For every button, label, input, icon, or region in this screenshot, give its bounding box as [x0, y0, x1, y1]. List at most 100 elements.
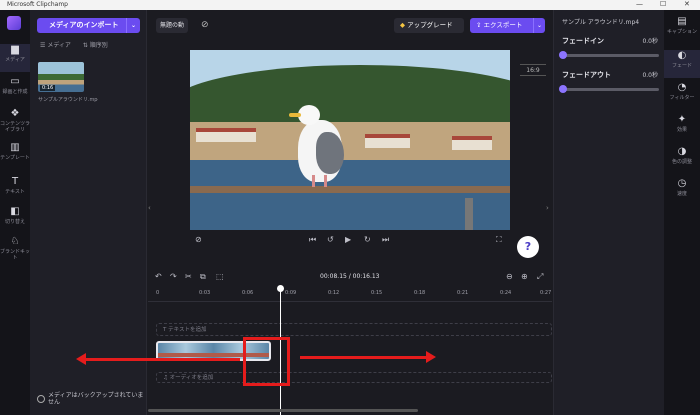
play-icon[interactable]: ▶ [345, 235, 351, 244]
rail-item-effects[interactable]: ✦ 効果 [664, 114, 700, 142]
red-arrow-left [76, 353, 240, 365]
seagull-head [298, 105, 320, 125]
ruler-tick: 0:24 [500, 290, 512, 296]
right-tool-rail: ▤ キャプション ◐ フェード ◔ フィルター ✦ 効果 ◑ 色の調整 ◷ 速度 [664, 10, 700, 415]
sort-label[interactable]: 順序別 [90, 42, 108, 49]
media-thumbnail[interactable]: 0:16 [38, 62, 84, 92]
ruler-tick: 0:06 [242, 290, 254, 296]
seagull-leg [312, 175, 315, 187]
fade-out-slider[interactable] [559, 85, 659, 93]
rail-item-color[interactable]: ◑ 色の調整 [664, 146, 700, 174]
rail-label: フィルター [669, 95, 695, 101]
rail-item-record[interactable]: ▭ 録画と作成 [0, 76, 30, 104]
zoom-out-icon[interactable]: ⊖ [506, 272, 513, 281]
ruler-tick: 0:09 [285, 290, 297, 296]
properties-panel: サンプル アラウンドリ.mp4 フェードイン 0.0秒 フェードアウト 0.0秒 [553, 10, 664, 415]
timecode: 00:08.15 / 00:16.13 [320, 273, 380, 280]
clip-filename: サンプル アラウンドリ.mp4 [562, 19, 640, 26]
undo-icon[interactable]: ↶ [155, 272, 162, 281]
forward-icon[interactable]: ↻ [364, 235, 371, 244]
backup-status[interactable]: メディアはバックアップされていません [37, 392, 147, 406]
ruler-tick: 0:12 [328, 290, 340, 296]
clipchamp-logo [7, 16, 21, 30]
filter-label[interactable]: メディア [47, 42, 71, 49]
chevron-down-icon[interactable]: ⌄ [126, 18, 140, 33]
project-name[interactable]: 無題の動 [156, 18, 189, 33]
upgrade-button[interactable]: ◆ アップグレード [394, 18, 464, 33]
rail-label: 切り替え [4, 219, 25, 225]
zoom-in-icon[interactable]: ⊕ [521, 272, 528, 281]
fade-in-value: 0.0秒 [642, 38, 658, 45]
ruler-tick: 0:27 [540, 290, 552, 296]
skip-back-icon[interactable]: ⏮ [309, 235, 316, 245]
duplicate-icon[interactable]: ⧉ [200, 272, 206, 282]
red-arrow-right [300, 351, 436, 363]
brand-kit-icon: ♘ [10, 236, 20, 247]
rail-item-brand-kit[interactable]: ♘ ブランドキット [0, 236, 30, 264]
maximize-button[interactable]: ☐ [660, 0, 666, 8]
fade-in-slider[interactable] [559, 51, 659, 59]
rail-label: 速度 [676, 191, 687, 197]
rail-item-text[interactable]: T テキスト [0, 176, 30, 204]
captions-icon: ▤ [677, 16, 687, 27]
export-icon: ⇪ [476, 21, 482, 29]
split-icon[interactable]: ✂ [185, 272, 192, 281]
playhead-handle[interactable] [277, 285, 284, 292]
ruler-tick: 0:21 [457, 290, 469, 296]
preview-water [190, 160, 510, 230]
fade-out-slider-knob[interactable] [559, 85, 567, 93]
rail-item-media[interactable]: ▆ メディア [0, 44, 30, 72]
media-panel: メディアのインポート ⌄ ☰ メディア ⇅ 順序別 0:16 サンプルアラウンド… [30, 10, 147, 415]
rail-item-fade[interactable]: ◐ フェード [664, 50, 700, 78]
chevron-down-icon[interactable]: ⌄ [533, 18, 545, 33]
aspect-ratio-button[interactable]: 16:9 [520, 64, 546, 76]
timeline-scrollbar[interactable] [148, 409, 418, 412]
rail-label: コンテンツライブラリ [0, 121, 31, 133]
rail-label: メディア [5, 57, 25, 63]
backup-text: メディアはバックアップされていません [48, 392, 144, 406]
close-button[interactable]: ✕ [684, 0, 690, 8]
help-button[interactable]: ? [517, 236, 539, 258]
collapse-left-handle[interactable]: ‹ [148, 204, 151, 212]
rail-item-content-library[interactable]: ❖ コンテンツライブラリ [0, 108, 30, 136]
hide-icon[interactable]: ⊘ [195, 235, 202, 244]
transitions-icon: ◧ [10, 206, 20, 217]
editor-top-bar: 無題の動 ⊘ ◆ アップグレード ⇪ エクスポート ⌄ [148, 10, 552, 40]
rail-item-templates[interactable]: ▥ テンプレート [0, 142, 30, 170]
minimize-button[interactable]: — [636, 0, 643, 8]
text-track[interactable]: T テキストを追加 [156, 323, 552, 336]
rail-item-captions[interactable]: ▤ キャプション [664, 16, 700, 44]
text-icon: T [11, 176, 19, 187]
sort-icon[interactable]: ⇅ [83, 42, 88, 49]
redo-icon[interactable]: ↷ [170, 272, 177, 281]
export-button[interactable]: ⇪ エクスポート ⌄ [470, 18, 545, 33]
camera-icon: ▭ [10, 76, 20, 87]
filter-icon[interactable]: ☰ [40, 42, 45, 49]
fade-in-slider-knob[interactable] [559, 51, 567, 59]
sort-row: ☰ メディア ⇅ 順序別 [40, 40, 140, 50]
speed-icon: ◷ [677, 178, 687, 189]
title-bar: Microsoft Clipchamp — ☐ ✕ [0, 0, 700, 10]
rail-label: 録画と作成 [2, 89, 28, 95]
delete-icon[interactable]: ⬚ [216, 272, 224, 281]
upgrade-label: アップグレード [407, 21, 453, 29]
ruler-tick: 0 [156, 290, 160, 296]
rail-label: キャプション [666, 29, 697, 35]
effects-icon: ✦ [677, 114, 687, 125]
red-highlight-box [243, 337, 290, 386]
import-media-button[interactable]: メディアのインポート ⌄ [37, 18, 140, 33]
audio-track[interactable]: ♫ オーディオを追加 [156, 372, 552, 383]
rail-label: 効果 [676, 127, 687, 133]
color-adjust-icon: ◑ [677, 146, 687, 157]
rail-item-speed[interactable]: ◷ 速度 [664, 178, 700, 206]
rail-label: ブランドキット [0, 249, 31, 261]
fit-icon[interactable]: ⤢ [537, 272, 543, 282]
preview-building [365, 134, 410, 148]
skip-forward-icon[interactable]: ⏭ [382, 235, 389, 245]
fullscreen-icon[interactable]: ⛶ [496, 235, 502, 245]
rail-item-filters[interactable]: ◔ フィルター [664, 82, 700, 110]
rewind-icon[interactable]: ↺ [327, 235, 334, 244]
rail-item-transitions[interactable]: ◧ 切り替え [0, 206, 30, 234]
cloud-off-icon[interactable]: ⊘ [201, 20, 209, 30]
collapse-right-handle[interactable]: › [546, 204, 549, 212]
